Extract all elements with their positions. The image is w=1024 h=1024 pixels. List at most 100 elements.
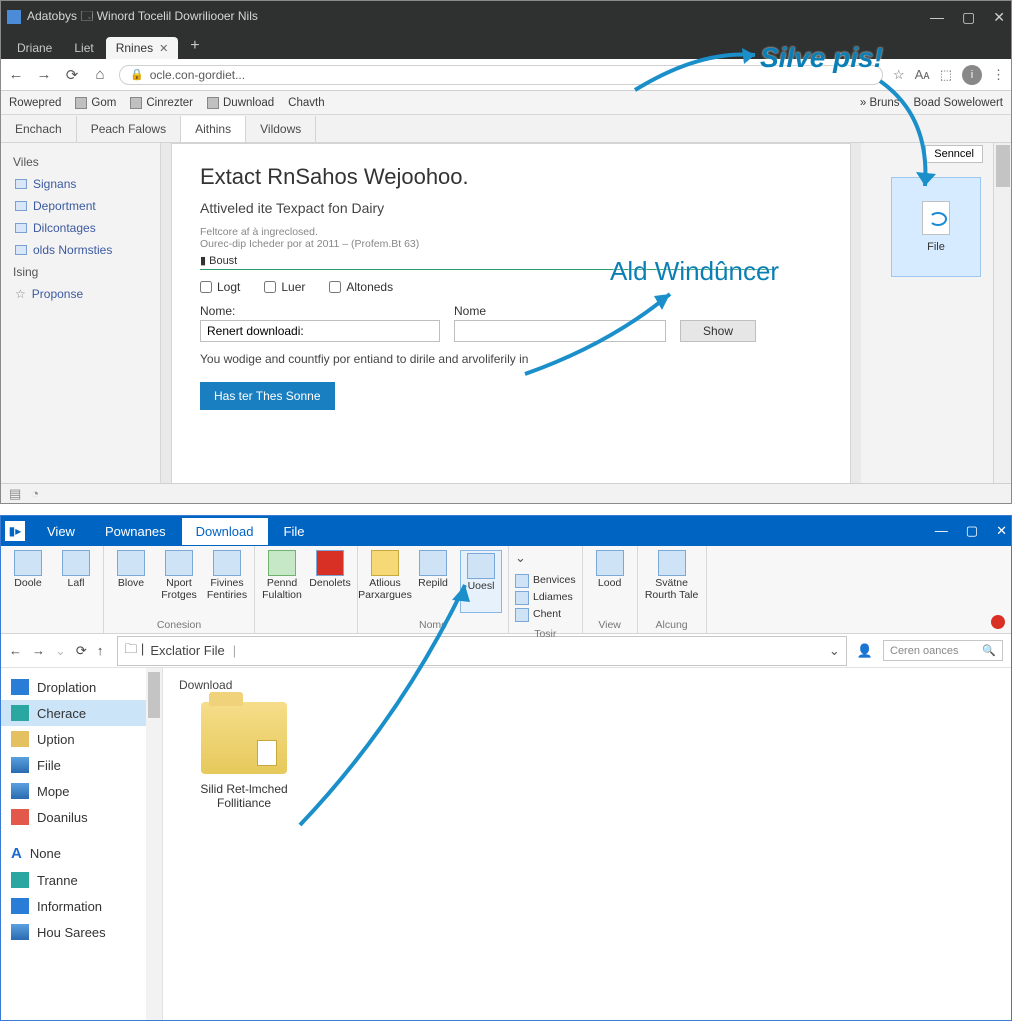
scrollbar-thumb[interactable] — [996, 145, 1010, 187]
user-icon[interactable]: 👤 — [857, 643, 873, 659]
show-button[interactable]: Show — [680, 320, 756, 342]
scrollbar[interactable] — [993, 143, 1011, 485]
sidebar-item[interactable]: Dilcontages — [7, 217, 154, 239]
ribbon-icon — [213, 550, 241, 576]
close-button[interactable]: ✕ — [996, 523, 1007, 539]
ribbon-icon — [419, 550, 447, 576]
checkbox-luer[interactable]: Luer — [264, 280, 305, 294]
forward-button[interactable]: → — [32, 643, 45, 658]
sidebar-item[interactable]: Hou Sarees› — [1, 919, 162, 945]
bookmark[interactable]: Duwnload — [207, 97, 274, 109]
status-icon[interactable]: ▤ — [9, 486, 21, 502]
name-input-1[interactable] — [200, 320, 440, 342]
primary-button[interactable]: Has ter Thes Sonne — [200, 382, 335, 410]
menu-item[interactable]: Liet — [64, 37, 103, 59]
list-row[interactable]: ▮ Boust — [200, 252, 776, 270]
page-tab[interactable]: Vildows — [246, 116, 316, 142]
bookmark[interactable]: Rowepred — [9, 97, 61, 109]
ribbon-button[interactable]: Chent — [515, 608, 576, 622]
back-button[interactable]: ← — [7, 66, 25, 83]
ribbon-button[interactable]: Benvices — [515, 574, 576, 588]
close-icon[interactable] — [991, 615, 1005, 629]
sidebar-item[interactable]: Fiile — [1, 752, 162, 778]
chevron-down-icon[interactable]: ⌄ — [829, 643, 840, 659]
ribbon-button[interactable]: Pennd Fulaltion — [261, 550, 303, 613]
ribbon-button[interactable]: Repild — [412, 550, 454, 613]
ribbon-tab[interactable]: File — [270, 518, 319, 545]
file-label: File — [927, 241, 945, 253]
sidebar-item[interactable]: Doanilus› — [1, 804, 162, 830]
ribbon-button[interactable]: Doole — [7, 550, 49, 613]
bookmark[interactable]: Cinrezter — [130, 97, 193, 109]
search-box[interactable]: Ceren oances 🔍 — [883, 640, 1003, 661]
minimize-button[interactable]: — — [935, 523, 948, 539]
ribbon-tab[interactable]: Pownanes — [91, 518, 180, 545]
maximize-button[interactable]: ▢ — [966, 523, 978, 539]
ribbon-button[interactable]: Fivines Fentiries — [206, 550, 248, 613]
address-field[interactable]: 🔒 ocle.con-gordiet... — [119, 65, 883, 85]
reload-button[interactable]: ⟳ — [63, 66, 81, 84]
status-icon[interactable]: ◔ — [31, 486, 39, 501]
name-input-2[interactable] — [454, 320, 666, 342]
maximize-button[interactable]: ▢ — [962, 9, 975, 26]
ribbon-button[interactable]: Blove — [110, 550, 152, 613]
ribbon-button[interactable]: Lood — [589, 550, 631, 613]
folder-item[interactable]: Silid Ret-lmched Follitiance — [179, 702, 309, 811]
ribbon-button-selected[interactable]: Uoesl — [460, 550, 502, 613]
sidebar-item[interactable]: Deportment — [7, 195, 154, 217]
forward-button[interactable]: → — [35, 66, 53, 83]
minimize-button[interactable]: — — [930, 9, 944, 26]
address-field[interactable]: 🗀 | Exclatior File | ⌄ — [117, 636, 847, 666]
page-tab-active[interactable]: Aithins — [181, 116, 246, 142]
kebab-menu-icon[interactable]: ⋮ — [992, 67, 1005, 83]
sidebar-item[interactable]: Mope — [1, 778, 162, 804]
ribbon-button[interactable]: Ldiames — [515, 591, 576, 605]
star-icon[interactable]: ☆ — [893, 67, 905, 83]
profile-avatar[interactable]: i — [962, 65, 982, 85]
font-icon[interactable]: Aᴀ — [915, 67, 930, 82]
scrollbar[interactable] — [146, 668, 162, 1020]
bookmark[interactable]: » Bruns — [860, 97, 900, 109]
reload-button[interactable]: ⟳ — [76, 643, 87, 659]
sidebar-item[interactable]: olds Normsties — [7, 239, 154, 261]
breadcrumb[interactable]: Download — [179, 678, 995, 692]
ribbon-button[interactable]: Lafl — [55, 550, 97, 613]
checkbox-altoneds[interactable]: Altoneds — [329, 280, 393, 294]
bookmark[interactable]: Boad Sowelowert — [914, 97, 1004, 109]
browser-window: Adatobys 🗔 Winord Tocelil Dowriliooer Ni… — [0, 0, 1012, 504]
ribbon-icon — [515, 608, 529, 622]
file-card[interactable]: File — [891, 177, 981, 277]
sidebar-item[interactable]: Tranne — [1, 867, 162, 893]
home-button[interactable]: ⌂ — [91, 66, 109, 83]
bookmark[interactable]: Chavth — [288, 97, 324, 109]
up-button[interactable]: ↑ — [97, 643, 104, 658]
ribbon-button[interactable]: Atlious Parxargues — [364, 550, 406, 613]
close-button[interactable]: ✕ — [993, 9, 1005, 26]
page-tab-row: Enchach Peach Falows Aithins Vildows — [1, 115, 1011, 143]
ext-icon[interactable]: ⬚ — [940, 67, 952, 83]
sidebar-item-selected[interactable]: Cherace — [1, 700, 162, 726]
page-tab[interactable]: Enchach — [1, 116, 77, 142]
bookmark[interactable]: Gom — [75, 97, 116, 109]
page-tab[interactable]: Peach Falows — [77, 116, 181, 142]
close-tab-icon[interactable]: ✕ — [159, 42, 168, 55]
checkbox-logt[interactable]: Logt — [200, 280, 240, 294]
sidebar-item[interactable]: Droplation — [1, 674, 162, 700]
ribbon-button[interactable]: Denolets — [309, 550, 351, 613]
folder-icon — [11, 783, 29, 799]
sidebar-item[interactable]: ANone — [1, 840, 162, 867]
tab-active[interactable]: Rnines ✕ — [106, 37, 179, 59]
menu-item[interactable]: Driane — [7, 37, 62, 59]
ribbon-button[interactable]: Nport Frotges — [158, 550, 200, 613]
ribbon-button[interactable]: Svätne Rourth Tale — [644, 550, 700, 613]
scrollbar-thumb[interactable] — [148, 672, 160, 718]
ribbon-tab-active[interactable]: Download — [182, 518, 268, 545]
back-button[interactable]: ← — [9, 643, 22, 658]
new-tab-button[interactable]: + — [180, 33, 209, 59]
panel-button[interactable]: Senncel — [925, 145, 983, 163]
sidebar-item[interactable]: Information› — [1, 893, 162, 919]
sidebar-item[interactable]: Signans — [7, 173, 154, 195]
sidebar-favorite[interactable]: Proponse — [7, 283, 154, 305]
ribbon-tab[interactable]: View — [33, 518, 89, 545]
sidebar-item[interactable]: Uption› — [1, 726, 162, 752]
